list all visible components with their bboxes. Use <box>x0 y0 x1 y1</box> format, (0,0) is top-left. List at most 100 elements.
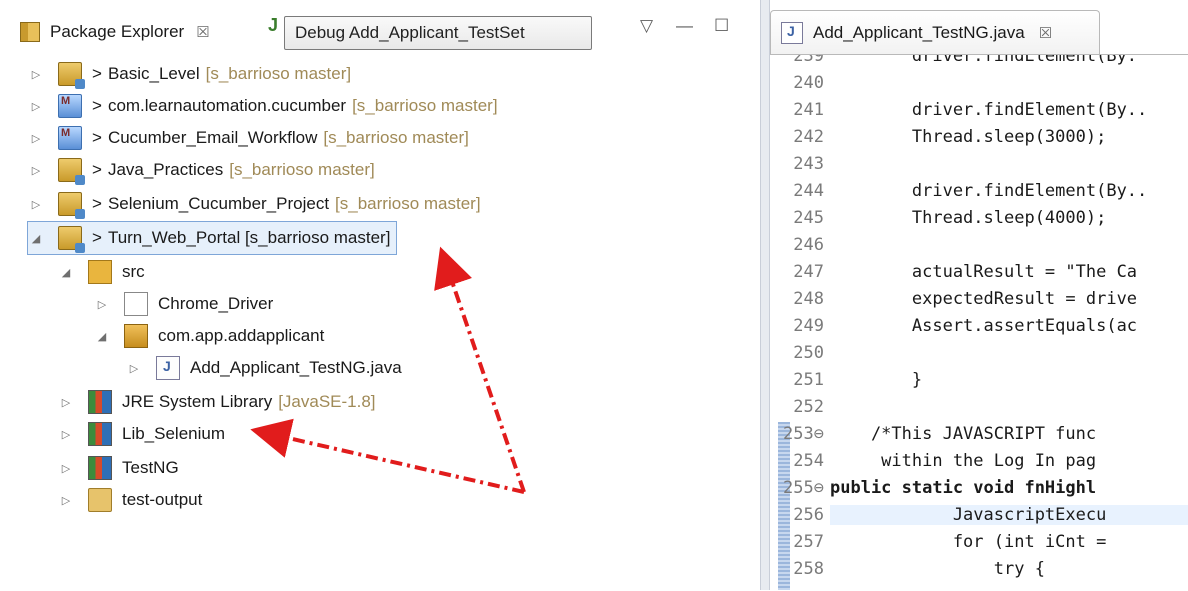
tree-item-label: Add_Applicant_TestNG.java <box>190 358 402 377</box>
tree-item-label: com.app.addapplicant <box>158 326 325 345</box>
tree-item-selenium-cucumber-project[interactable]: ▷ > Selenium_Cucumber_Project [s_barrios… <box>28 188 481 220</box>
tree-item-label: Selenium_Cucumber_Project <box>107 194 330 213</box>
tree-item-cucumber-email-workflow[interactable]: ▷ > Cucumber_Email_Workflow [s_barrioso … <box>28 122 469 154</box>
tree-item-label: src <box>122 262 145 281</box>
arrow-to-lib-selenium <box>250 418 525 494</box>
code-line: 248 expectedResult = drive <box>793 288 1138 309</box>
code-line: 255⊖ public static void fnHighl <box>783 477 1097 498</box>
minimize-icon[interactable]: — <box>676 16 693 36</box>
view-menu-icon[interactable]: ▽ <box>640 16 653 36</box>
close-tab-icon[interactable]: ☒ <box>1039 24 1052 42</box>
tree-item-label: com.learnautomation.cucumber <box>107 96 347 115</box>
tree-item-com-learnautomation-cucumber[interactable]: ▷ > com.learnautomation.cucumber [s_barr… <box>28 90 498 122</box>
pane-divider[interactable] <box>760 0 770 590</box>
code-line: 254 within the Log In pag <box>793 450 1097 471</box>
code-line: 253⊖ /*This JAVASCRIPT func <box>783 423 1097 444</box>
collapsed-arrow-icon[interactable]: ▷ <box>126 362 142 375</box>
tree-item-label: Chrome_Driver <box>158 294 274 313</box>
tab-add-applicant-testng-java[interactable]: Add_Applicant_TestNG.java ☒ <box>770 10 1100 54</box>
tree-item-testng[interactable]: ▷ TestNG <box>58 452 179 484</box>
git-branch-decoration: [s_barrioso master] <box>335 194 481 213</box>
code-line: 250 <box>793 342 824 363</box>
tab-label: Package Explorer <box>50 22 185 41</box>
tree-item-src[interactable]: ◢ src <box>58 256 145 288</box>
library-icon <box>88 422 112 446</box>
expanded-arrow-icon[interactable]: ◢ <box>28 232 44 245</box>
git-prefix: > <box>92 194 102 213</box>
empty-package-icon <box>124 292 148 316</box>
code-line: 252 <box>793 396 824 417</box>
code-line: 239 driver.findElement(By. <box>793 54 1138 66</box>
git-prefix: > <box>92 160 102 179</box>
code-line: 246 <box>793 234 824 255</box>
library-icon <box>88 390 112 414</box>
tree-item-add-applicant-testng-java[interactable]: ▷ Add_Applicant_TestNG.java <box>126 352 402 384</box>
maximize-icon[interactable]: ☐ <box>714 16 729 36</box>
git-branch-decoration: [s_barrioso master] <box>205 64 352 83</box>
maven-project-icon <box>58 94 82 118</box>
collapsed-arrow-icon[interactable]: ▷ <box>28 100 44 113</box>
tree-item-java-practices[interactable]: ▷ > Java_Practices [s_barrioso master] <box>28 154 375 186</box>
expanded-arrow-icon[interactable]: ◢ <box>58 266 74 279</box>
code-line: 243 <box>793 153 824 174</box>
library-icon <box>88 456 112 480</box>
code-line: 240 <box>793 72 824 93</box>
git-branch-decoration: [s_barrioso master] <box>323 128 469 147</box>
code-line: 247 actualResult = "The Ca <box>793 261 1138 282</box>
git-branch-decoration: [s_barrioso master] <box>229 160 375 179</box>
tree-item-turn-web-portal[interactable]: ◢ > Turn_Web_Portal [s_barrioso master] <box>26 221 398 255</box>
collapsed-arrow-icon[interactable]: ▷ <box>94 298 110 311</box>
tree-item-chrome-driver[interactable]: ▷ Chrome_Driver <box>94 288 273 320</box>
tree-item-jre-system-library[interactable]: ▷ JRE System Library [JavaSE-1.8] <box>58 386 376 418</box>
tooltip: Debug Add_Applicant_TestSet <box>284 16 592 50</box>
code-area[interactable]: 239 driver.findElement(By. 240 241 drive… <box>770 54 1188 591</box>
tree-item-label: Basic_Level <box>107 64 200 83</box>
maven-project-icon <box>58 126 82 150</box>
collapsed-arrow-icon[interactable]: ▷ <box>28 164 44 177</box>
git-branch-decoration: [s_barrioso master] <box>352 96 498 115</box>
tree-item-label: test-output <box>122 490 203 509</box>
project-icon <box>58 226 85 253</box>
collapsed-arrow-icon[interactable]: ▷ <box>28 198 44 211</box>
tree-item-label: Java_Practices <box>107 160 224 179</box>
tab-package-explorer[interactable]: Package Explorer ☒ <box>20 14 210 50</box>
project-icon <box>58 158 85 185</box>
code-line: 249 Assert.assertEquals(ac <box>793 315 1138 336</box>
code-line-current: 256 JavascriptExecu <box>770 501 1188 528</box>
tree-item-basic-level[interactable]: ▷ > Basic_Level [s_barrioso master] <box>28 58 351 90</box>
collapsed-arrow-icon[interactable]: ▷ <box>58 428 74 441</box>
git-prefix: > <box>92 96 102 115</box>
collapsed-arrow-icon[interactable]: ▷ <box>58 494 74 507</box>
jre-version-decoration: [JavaSE-1.8] <box>278 392 376 411</box>
code-line: 244 driver.findElement(By.. <box>793 180 1148 201</box>
tree-item-label: Cucumber_Email_Workflow <box>107 128 318 147</box>
code-line: 242 Thread.sleep(3000); <box>793 126 1107 147</box>
tree-item-label: JRE System Library <box>122 392 273 411</box>
collapsed-arrow-icon[interactable]: ▷ <box>58 396 74 409</box>
expanded-arrow-icon[interactable]: ◢ <box>94 330 110 343</box>
arrow-to-turn-web-portal <box>434 246 526 493</box>
java-file-icon <box>781 21 803 44</box>
tree-item-com-app-addapplicant[interactable]: ◢ com.app.addapplicant <box>94 320 324 352</box>
collapsed-arrow-icon[interactable]: ▷ <box>28 68 44 81</box>
project-icon <box>58 192 85 219</box>
git-prefix: > <box>92 128 102 147</box>
close-tab-icon[interactable]: ☒ <box>196 23 209 41</box>
source-folder-icon <box>88 260 112 284</box>
collapsed-arrow-icon[interactable]: ▷ <box>58 462 74 475</box>
code-line: 245 Thread.sleep(4000); <box>793 207 1107 228</box>
tree-item-test-output[interactable]: ▷ test-output <box>58 484 202 516</box>
git-prefix: > <box>92 64 102 83</box>
java-view-tab-icon[interactable]: J <box>268 15 278 36</box>
package-explorer-view: Package Explorer ☒ J Debug Add_Applicant… <box>0 0 760 590</box>
tree-item-lib-selenium[interactable]: ▷ Lib_Selenium <box>58 418 225 450</box>
java-editor: Add_Applicant_TestNG.java ☒ 239 driver.f… <box>770 0 1188 590</box>
package-icon <box>124 324 148 348</box>
code-line: 257 for (int iCnt = <box>793 531 1107 552</box>
editor-tab-label: Add_Applicant_TestNG.java <box>813 22 1025 42</box>
tree-item-label: Lib_Selenium <box>122 424 226 443</box>
folder-icon <box>88 488 112 512</box>
code-line: 241 driver.findElement(By.. <box>793 99 1148 120</box>
tree-item-label: Turn_Web_Portal [s_barrioso master] <box>107 228 391 247</box>
collapsed-arrow-icon[interactable]: ▷ <box>28 132 44 145</box>
